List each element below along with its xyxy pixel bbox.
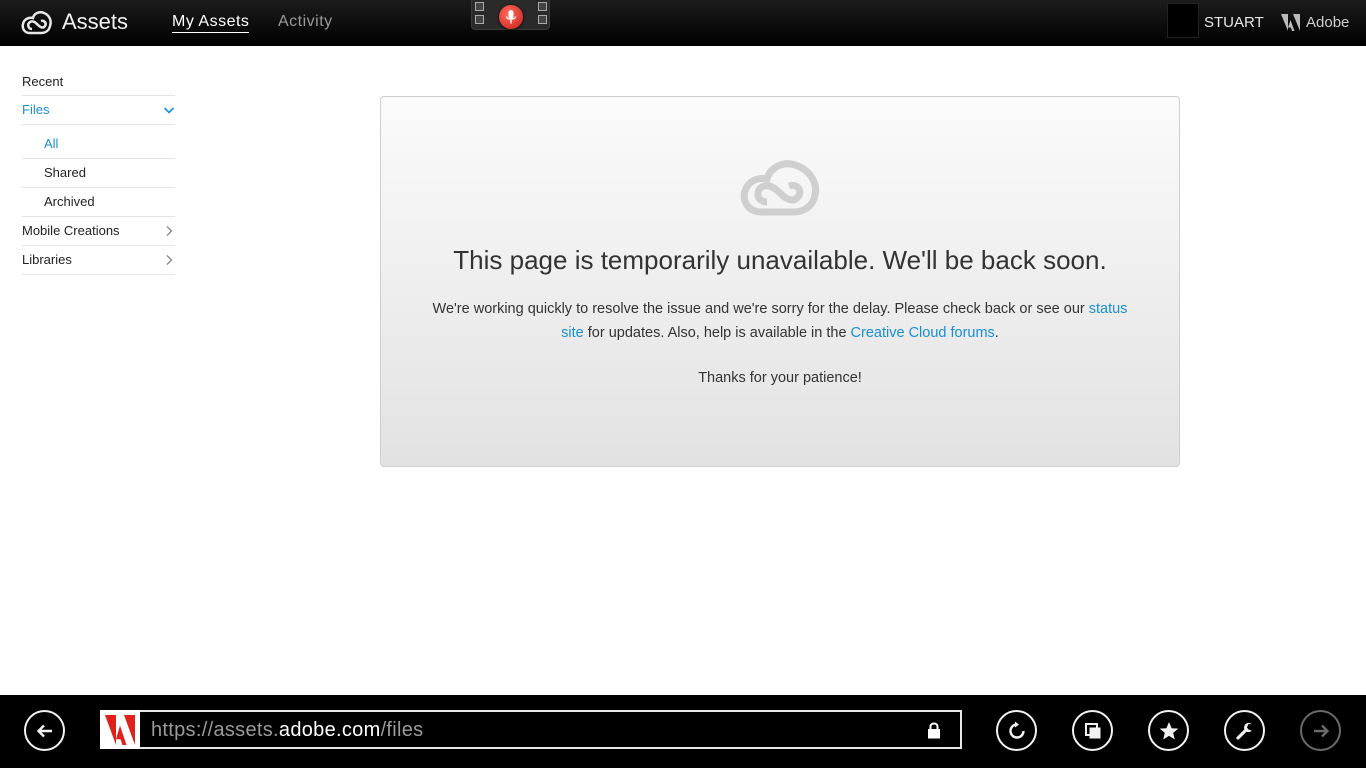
sidebar-item-label: Recent <box>22 74 64 89</box>
sidebar-item-all[interactable]: All <box>22 130 175 159</box>
refresh-icon <box>1008 721 1025 739</box>
sidebar-item-label: Libraries <box>22 252 72 267</box>
message-text-part: We're working quickly to resolve the iss… <box>432 301 1089 317</box>
sidebar-item-files[interactable]: Files <box>22 96 175 125</box>
refresh-button[interactable] <box>996 710 1037 751</box>
browser-address-bar: https://assets.adobe.com/files <box>0 695 1366 768</box>
voice-input-widget <box>471 0 550 30</box>
creative-cloud-logo-icon <box>740 160 820 216</box>
sidebar-item-recent[interactable]: Recent <box>22 68 175 96</box>
tools-icon <box>1235 722 1252 740</box>
adobe-logo-icon <box>105 714 135 745</box>
lock-icon[interactable] <box>927 721 941 739</box>
thanks-text: Thanks for your patience! <box>698 370 862 386</box>
top-bar: Assets My Assets Activity STUART Adobe <box>0 0 1366 46</box>
sidebar-item-label: Files <box>22 102 50 117</box>
favorites-button[interactable] <box>1148 710 1189 751</box>
back-button[interactable] <box>24 710 65 751</box>
url-text: https://assets.adobe.com/files <box>151 719 424 742</box>
keyboard-icon[interactable] <box>475 15 484 24</box>
sidebar-item-libraries[interactable]: Libraries <box>22 246 175 275</box>
app-title[interactable]: Assets <box>62 9 128 35</box>
chevron-down-icon <box>163 107 175 114</box>
chevron-right-icon <box>166 226 173 236</box>
sidebar-item-label: Mobile Creations <box>22 223 120 238</box>
url-scheme: https:// <box>151 719 214 741</box>
user-name[interactable]: STUART <box>1204 14 1264 31</box>
forward-icon <box>1313 724 1329 737</box>
page-tools-button[interactable] <box>1224 710 1265 751</box>
sidebar: Recent Files All Shared Archived Mobile … <box>22 68 175 275</box>
chevron-right-icon <box>166 255 173 265</box>
tab-activity[interactable]: Activity <box>278 13 333 31</box>
url-path: /files <box>380 719 424 741</box>
sidebar-item-label: All <box>44 136 59 151</box>
message-text-part: for updates. Also, help is available in … <box>583 325 851 341</box>
settings-icon[interactable] <box>538 2 547 11</box>
message-text: We're working quickly to resolve the iss… <box>421 297 1139 345</box>
avatar[interactable] <box>1167 3 1199 38</box>
sidebar-item-mobile-creations[interactable]: Mobile Creations <box>22 217 175 246</box>
url-host: adobe.com <box>278 719 381 741</box>
url-subdomain: assets. <box>213 719 279 741</box>
site-favicon <box>100 710 140 749</box>
back-icon <box>36 724 52 737</box>
tab-my-assets[interactable]: My Assets <box>172 13 250 33</box>
unavailable-message-panel: This page is temporarily unavailable. We… <box>380 96 1180 467</box>
adobe-brand-label: Adobe <box>1306 14 1350 31</box>
message-text-part: . <box>994 325 999 341</box>
sidebar-item-archived[interactable]: Archived <box>22 188 175 217</box>
sidebar-item-label: Shared <box>44 165 86 180</box>
forward-button[interactable] <box>1300 710 1341 751</box>
tabs-icon <box>1084 722 1100 738</box>
microphone-button[interactable] <box>499 5 523 29</box>
tabs-button[interactable] <box>1072 710 1113 751</box>
microphone-icon <box>505 10 517 24</box>
creative-cloud-forums-link[interactable]: Creative Cloud forums <box>851 325 995 341</box>
creative-cloud-logo-icon[interactable] <box>21 9 53 37</box>
expand-icon[interactable] <box>475 2 484 11</box>
next-icon[interactable] <box>538 15 547 24</box>
url-input[interactable]: https://assets.adobe.com/files <box>140 710 962 749</box>
favorite-icon <box>1159 721 1178 739</box>
page-title: This page is temporarily unavailable. We… <box>453 245 1107 275</box>
sidebar-item-shared[interactable]: Shared <box>22 159 175 188</box>
sidebar-item-label: Archived <box>44 194 95 209</box>
adobe-logo-icon <box>1281 14 1300 31</box>
